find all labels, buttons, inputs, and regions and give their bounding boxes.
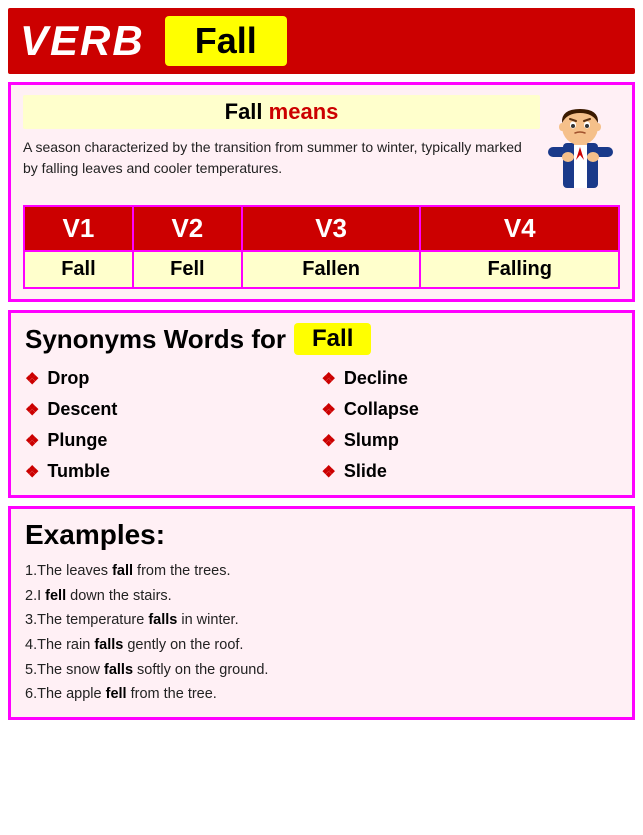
v1-value: Fall [24,251,133,288]
header-word: Fall [165,16,287,66]
synonyms-title: Synonyms Words for Fall [25,323,618,355]
means-section: Fall means A season characterized by the… [8,82,635,302]
synonym-item-decline: Decline [322,365,619,392]
synonyms-grid: Drop Decline Descent Collapse Plunge Slu… [25,365,618,485]
synonym-item-collapse: Collapse [322,396,619,423]
example-5: 5.The snow falls softly on the ground. [25,658,618,683]
synonym-item-descent: Descent [25,396,322,423]
synonym-item-tumble: Tumble [25,458,322,485]
example-3: 3.The temperature falls in winter. [25,608,618,633]
header-section: VERB Fall [8,8,635,74]
v3-header: V3 [242,206,421,251]
synonyms-section: Synonyms Words for Fall Drop Decline Des… [8,310,635,498]
means-title: Fall means [23,95,540,129]
synonym-item-drop: Drop [25,365,322,392]
synonyms-title-text: Synonyms Words for [25,324,286,355]
means-description: A season characterized by the transition… [23,137,530,179]
v4-header: V4 [420,206,619,251]
v3-value: Fallen [242,251,421,288]
example-2: 2.I fell down the stairs. [25,584,618,609]
synonyms-title-word: Fall [294,323,371,355]
synonym-item-slide: Slide [322,458,619,485]
verb-forms-table: V1 V2 V3 V4 Fall Fell Fallen Falling [23,205,620,289]
verb-header-row: V1 V2 V3 V4 [24,206,619,251]
synonym-item-slump: Slump [322,427,619,454]
v2-header: V2 [133,206,242,251]
verb-label: VERB [20,17,145,65]
v1-header: V1 [24,206,133,251]
synonym-item-plunge: Plunge [25,427,322,454]
examples-title: Examples: [25,519,618,551]
example-4: 4.The rain falls gently on the roof. [25,633,618,658]
character-image [540,95,620,195]
v2-value: Fell [133,251,242,288]
means-title-word: Fall [225,99,263,124]
example-1: 1.The leaves fall from the trees. [25,559,618,584]
example-6: 6.The apple fell from the tree. [25,682,618,707]
verb-data-row: Fall Fell Fallen Falling [24,251,619,288]
v4-value: Falling [420,251,619,288]
character-svg [543,95,618,195]
examples-section: Examples: 1.The leaves fall from the tre… [8,506,635,720]
